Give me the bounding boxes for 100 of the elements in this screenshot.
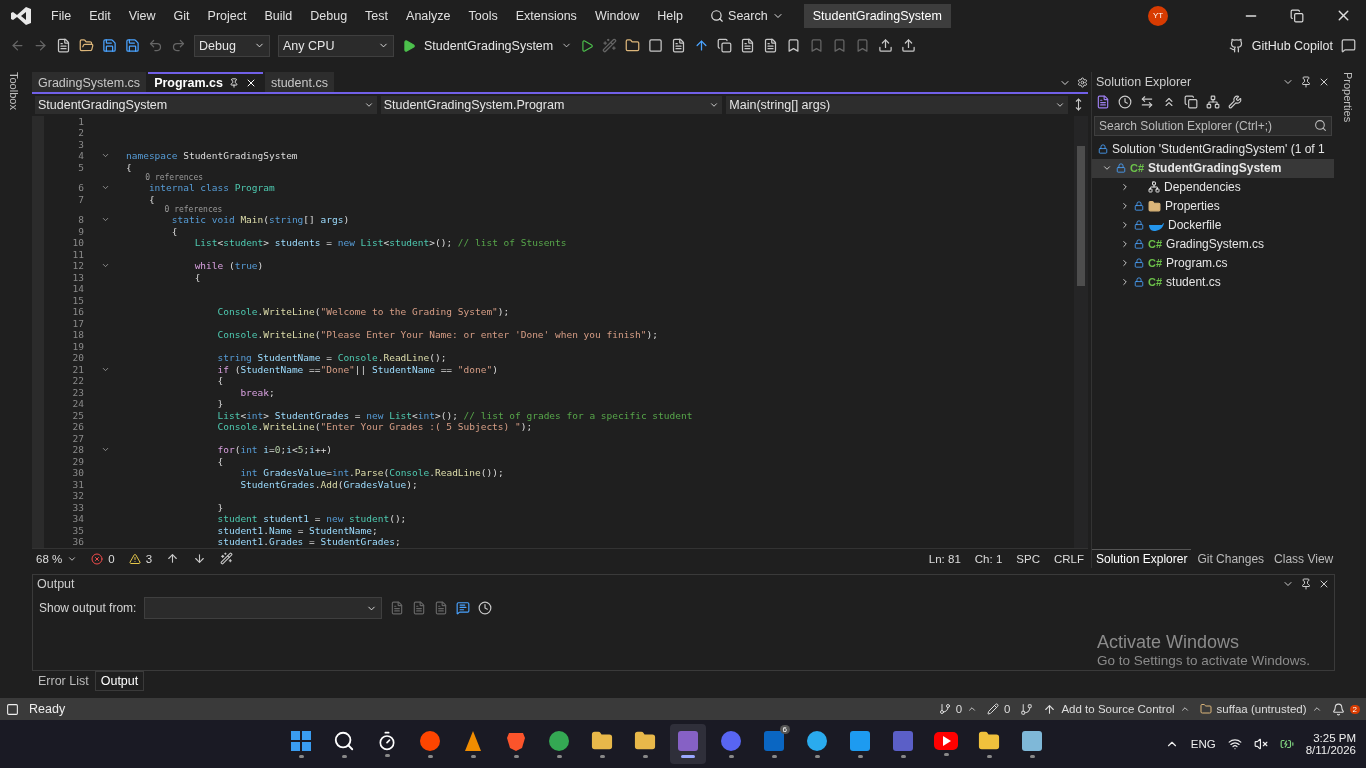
bookmark-icon[interactable] [786,38,802,54]
cone-icon[interactable] [462,730,484,753]
menu-item[interactable]: Extensions [506,8,586,23]
menu-item[interactable]: View [119,8,165,23]
pin-icon[interactable] [228,77,239,88]
menu-item[interactable]: Edit [80,8,120,23]
menu-item[interactable]: Build [255,8,302,23]
round-app-icon[interactable] [419,730,441,753]
bookmark-clear-icon[interactable] [855,38,871,54]
properties-tab[interactable]: Properties [1334,71,1366,122]
repository-button[interactable]: suffaa (untrusted) [1199,703,1322,716]
word-wrap-icon[interactable] [456,601,471,616]
platform-dropdown[interactable]: Any CPU [278,34,394,57]
wifi-icon[interactable] [1227,737,1242,752]
expand-icon[interactable] [1120,258,1130,269]
search-icon[interactable] [333,730,355,753]
menu-item[interactable]: File [42,8,81,23]
error-count[interactable]: 0 [91,552,115,565]
panel-tab[interactable]: Output [94,671,145,692]
save-all-icon[interactable] [125,38,140,54]
panel-tab[interactable]: Error List [32,671,95,692]
tree-item[interactable]: Dependencies [1092,177,1334,197]
bookmark-next-icon[interactable] [832,38,848,54]
wrench-icon[interactable] [1228,94,1242,109]
round-app-icon[interactable] [806,730,828,753]
copilot-button[interactable]: GitHub Copilot [1251,38,1333,53]
warning-icon[interactable] [128,552,141,565]
document-tab[interactable]: student.cs [264,71,334,92]
cleanup-icon[interactable] [220,552,234,566]
next-icon[interactable] [193,552,207,566]
pin-icon[interactable] [1300,75,1312,88]
warning-count[interactable]: 3 [128,552,153,565]
code-lens[interactable]: 0 references [126,205,223,215]
redo-icon[interactable] [171,38,186,54]
menu-item[interactable]: Window [585,8,649,23]
expand-icon[interactable] [1120,201,1130,212]
error-icon[interactable] [91,552,104,565]
user-avatar[interactable]: YT [1148,5,1168,26]
menu-item[interactable]: Analyze [397,8,460,23]
app-icon[interactable] [1021,730,1043,753]
commits-indicator[interactable]: 0 [938,703,978,716]
startup-project-button[interactable]: StudentGradingSystem [424,38,554,53]
search-icon[interactable] [1314,119,1327,133]
scrollbar[interactable] [1074,115,1088,549]
pin-icon[interactable] [1300,578,1312,591]
source-control-button[interactable]: Add to Source Control [1043,702,1190,716]
app-icon[interactable] [849,730,871,753]
navigation-dropdown[interactable]: StudentGradingSystem.Program [380,95,723,114]
sync-icon[interactable] [1140,94,1154,109]
menu-item[interactable]: Tools [459,8,507,23]
restore-icon[interactable] [1290,8,1304,23]
menu-item[interactable]: Project [198,8,256,23]
navigation-dropdown[interactable]: StudentGradingSystem [35,95,377,114]
copy-icon[interactable] [717,38,733,54]
configuration-dropdown[interactable]: Debug [194,34,270,57]
windows-start-icon[interactable] [290,730,312,753]
copy-icon[interactable] [1184,94,1198,109]
panel-tab[interactable]: Solution Explorer [1092,549,1192,569]
navigation-dropdown[interactable]: Main(string[] args) [726,95,1068,114]
menu-item[interactable]: Debug [301,8,357,23]
arrow-up-icon[interactable] [1043,702,1057,716]
clock-icon[interactable] [478,601,493,616]
tree-item[interactable]: C# GradingSystem.cs [1092,234,1334,254]
mute-icon[interactable] [1253,737,1268,752]
tree-item[interactable]: C# StudentGradingSystem [1092,158,1334,178]
whitespace-indicator[interactable]: SPC [1016,552,1040,565]
copilot-icon[interactable] [1228,38,1244,54]
play-icon[interactable] [402,38,416,53]
tree-item[interactable]: Dockerfile [1092,215,1334,235]
document-tab[interactable]: Program.cs [148,71,263,92]
tree-item[interactable]: Properties [1092,196,1334,216]
new-item-icon[interactable] [56,38,71,54]
settings-icon[interactable] [1077,76,1088,88]
bookmark-prev-icon[interactable] [809,38,825,54]
notifications-button[interactable]: 2 [1331,702,1360,716]
menu-item[interactable]: Git [164,8,199,23]
history-icon[interactable] [1118,94,1132,109]
clock-date[interactable]: 8/11/2026 [1305,744,1356,757]
round-app-icon[interactable] [720,730,742,753]
line-ending-indicator[interactable]: CRLF [1053,552,1084,565]
tree-item[interactable]: Solution 'StudentGradingSystem' (1 of 1 [1092,139,1334,159]
tree-item[interactable]: C# Program.cs [1092,253,1334,273]
code-lens[interactable]: 0 references [126,173,204,183]
branch-icon[interactable] [1020,702,1034,716]
round-app-icon[interactable] [548,730,570,753]
feedback-icon[interactable] [1341,38,1356,54]
expand-icon[interactable] [1120,182,1130,193]
shield-icon[interactable] [505,730,527,753]
menu-item[interactable]: Test [356,8,398,23]
stopwatch-icon[interactable] [377,731,397,752]
undo-icon[interactable] [148,38,163,54]
previous-icon[interactable] [166,552,180,566]
document-tab[interactable]: GradingSystem.cs [32,71,147,92]
clock-time[interactable]: 3:25 PM [1313,732,1356,745]
tree-item[interactable]: C# student.cs [1092,272,1334,292]
video-app-icon[interactable] [934,732,958,751]
forward-icon[interactable] [33,38,48,54]
expand-icon[interactable] [1120,220,1130,231]
open-folder-icon[interactable] [79,38,94,54]
run-without-debug-icon[interactable] [580,38,595,53]
